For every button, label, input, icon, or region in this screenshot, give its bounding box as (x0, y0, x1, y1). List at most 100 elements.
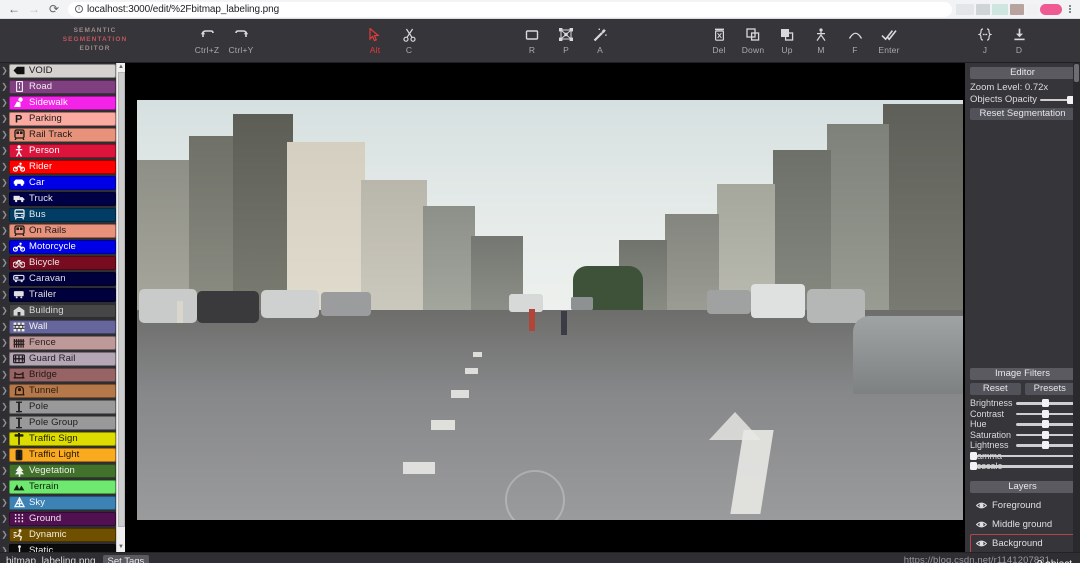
chevron-right-icon[interactable]: ❯ (0, 303, 9, 318)
chevron-right-icon[interactable]: ❯ (0, 399, 9, 414)
class-chip[interactable]: Traffic Light (9, 447, 116, 462)
chevron-right-icon[interactable]: ❯ (0, 447, 9, 462)
filter-slider-lightness[interactable] (1016, 440, 1075, 450)
filter-row-brightness[interactable]: Brightness (970, 398, 1075, 409)
redo-button[interactable]: Ctrl+Y (224, 23, 258, 55)
class-chip[interactable]: Caravan (9, 271, 116, 286)
class-chip[interactable]: Tunnel (9, 383, 116, 398)
chevron-right-icon[interactable]: ❯ (0, 383, 9, 398)
class-row-bicycle[interactable]: ❯ Bicycle (0, 255, 125, 271)
eye-icon[interactable] (975, 500, 988, 511)
filter-row-gamma[interactable]: Gamma (969, 451, 1075, 462)
class-row-road[interactable]: ❯ Road (0, 79, 125, 95)
polygon-tool[interactable]: P (549, 23, 583, 55)
class-row-wall[interactable]: ❯ Wall (0, 319, 125, 335)
class-chip[interactable]: Rider (9, 159, 116, 174)
class-row-on-rails[interactable]: ❯ On Rails (0, 223, 125, 239)
send-down-button[interactable]: Down (736, 23, 770, 55)
class-row-parking[interactable]: ❯ P Parking (0, 111, 125, 127)
class-list-scroll-thumb[interactable] (118, 72, 125, 527)
objects-opacity-row[interactable]: Objects Opacity (970, 94, 1075, 105)
class-row-motorcycle[interactable]: ❯ Motorcycle (0, 239, 125, 255)
class-row-fence[interactable]: ❯ Fence (0, 335, 125, 351)
kebab-menu-icon[interactable] (1064, 5, 1076, 13)
filter-slider-hue[interactable] (1016, 419, 1075, 429)
reload-icon[interactable]: ⟳ (44, 1, 64, 18)
slider-knob[interactable] (1042, 399, 1049, 408)
class-chip[interactable]: Bus (9, 207, 116, 222)
class-chip[interactable]: Road (9, 79, 116, 94)
class-row-truck[interactable]: ❯ Truck (0, 191, 125, 207)
image-canvas[interactable] (125, 63, 965, 552)
class-chip[interactable]: On Rails (9, 223, 116, 238)
objects-opacity-slider[interactable] (1040, 95, 1075, 105)
chevron-right-icon[interactable]: ❯ (0, 111, 9, 126)
confirm-button[interactable]: Enter (872, 23, 906, 55)
slider-knob[interactable] (1042, 409, 1049, 418)
class-chip[interactable]: Motorcycle (9, 239, 116, 254)
class-row-ground[interactable]: ❯ Ground (0, 511, 125, 527)
bring-up-button[interactable]: Up (770, 23, 804, 55)
class-row-caravan[interactable]: ❯ Caravan (0, 271, 125, 287)
chevron-right-icon[interactable]: ❯ (0, 431, 9, 446)
select-tool[interactable]: Alt (358, 23, 392, 55)
class-row-person[interactable]: ❯ Person (0, 143, 125, 159)
chevron-right-icon[interactable]: ❯ (0, 223, 9, 238)
class-row-pole[interactable]: ❯ Pole (0, 399, 125, 415)
rectangle-tool[interactable]: R (515, 23, 549, 55)
class-chip[interactable]: Vegetation (9, 463, 116, 478)
filter-slider-contrast[interactable] (1016, 409, 1075, 419)
class-row-sky[interactable]: ❯ Sky (0, 495, 125, 511)
class-row-guard-rail[interactable]: ❯ Guard Rail (0, 351, 125, 367)
eye-icon[interactable] (975, 538, 988, 549)
filter-slider-brightness[interactable] (1016, 398, 1075, 408)
class-row-trailer[interactable]: ❯ Trailer (0, 287, 125, 303)
chevron-right-icon[interactable]: ❯ (0, 191, 9, 206)
filter-row-saturation[interactable]: Saturation (970, 430, 1075, 441)
class-chip[interactable]: Dynamic (9, 527, 116, 542)
class-row-traffic-light[interactable]: ❯ Traffic Light (0, 447, 125, 463)
slider-knob[interactable] (1042, 441, 1049, 450)
right-panel-scroll-thumb[interactable] (1074, 64, 1079, 82)
scroll-up-arrow[interactable]: ▲ (117, 63, 125, 72)
layer-item-foreground[interactable]: Foreground (970, 496, 1075, 515)
layer-item-background[interactable]: Background (970, 534, 1075, 553)
class-chip[interactable]: Pole Group (9, 415, 116, 430)
class-row-vegetation[interactable]: ❯ Vegetation (0, 463, 125, 479)
filter-row-contrast[interactable]: Contrast (970, 409, 1075, 420)
chevron-right-icon[interactable]: ❯ (0, 271, 9, 286)
class-row-void[interactable]: ❯ VOID (0, 63, 125, 79)
chevron-right-icon[interactable]: ❯ (0, 351, 9, 366)
right-panel-scrollbar[interactable] (1073, 63, 1080, 552)
eye-icon[interactable] (975, 519, 988, 530)
class-chip[interactable]: Static (9, 543, 116, 552)
class-row-traffic-sign[interactable]: ❯ Traffic Sign (0, 431, 125, 447)
class-row-rider[interactable]: ❯ Rider (0, 159, 125, 175)
filter-slider-gamma[interactable] (969, 451, 1075, 461)
chevron-right-icon[interactable]: ❯ (0, 367, 9, 382)
chevron-right-icon[interactable]: ❯ (0, 127, 9, 142)
class-chip[interactable]: VOID (9, 63, 116, 78)
chevron-right-icon[interactable]: ❯ (0, 175, 9, 190)
address-bar[interactable]: i localhost:3000/edit/%2Fbitmap_labeling… (68, 1, 952, 17)
class-row-pole-group[interactable]: ❯ Pole Group (0, 415, 125, 431)
chevron-right-icon[interactable]: ❯ (0, 63, 9, 78)
filter-row-lightness[interactable]: Lightness (970, 440, 1075, 451)
reset-segmentation-button[interactable]: Reset Segmentation (970, 108, 1075, 120)
class-list-scrollbar[interactable]: ▲ ▼ (116, 63, 125, 552)
class-chip[interactable]: Person (9, 143, 116, 158)
class-chip[interactable]: Terrain (9, 479, 116, 494)
export-json-button[interactable]: J (968, 23, 1002, 55)
filters-presets-button[interactable]: Presets (1024, 383, 1075, 395)
class-chip[interactable]: Bicycle (9, 255, 116, 270)
class-chip[interactable]: P Parking (9, 111, 116, 126)
set-tags-button[interactable]: Set Tags (102, 555, 150, 563)
class-chip[interactable]: Car (9, 175, 116, 190)
class-chip[interactable]: Building (9, 303, 116, 318)
filter-row-hue[interactable]: Hue (970, 419, 1075, 430)
chevron-right-icon[interactable]: ❯ (0, 479, 9, 494)
cut-tool[interactable]: C (392, 23, 426, 55)
chevron-right-icon[interactable]: ❯ (0, 79, 9, 94)
slider-knob[interactable] (1042, 430, 1049, 439)
info-circle-icon[interactable]: i (75, 5, 83, 13)
